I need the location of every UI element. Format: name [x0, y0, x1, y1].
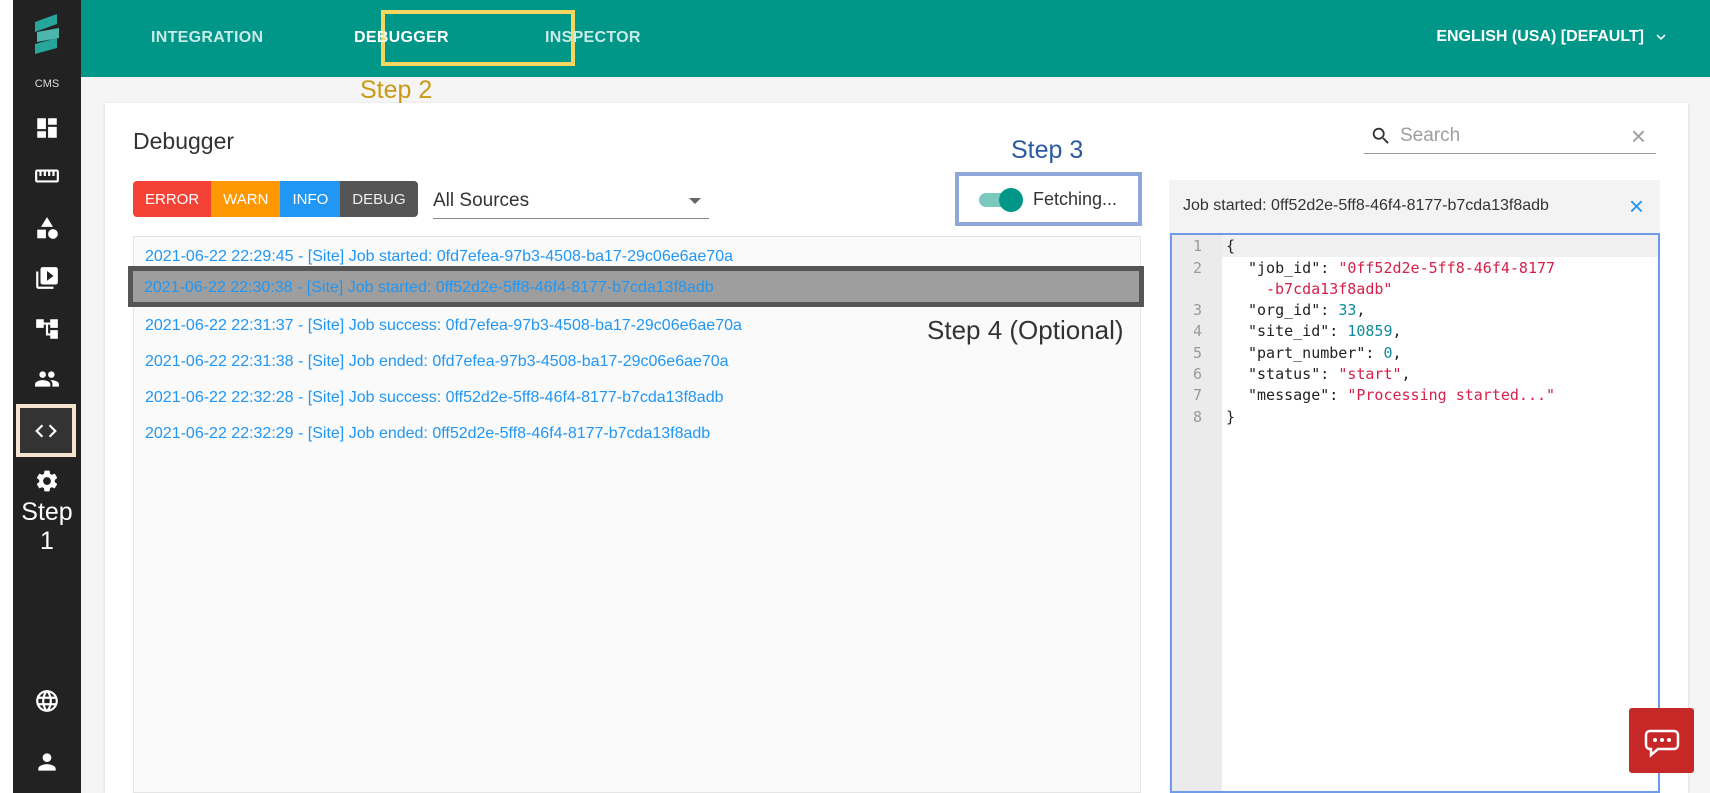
dropdown-caret-icon	[689, 197, 701, 204]
log-level-filter: ERROR WARN INFO DEBUG	[133, 181, 418, 217]
json-key: "job_id"	[1248, 259, 1321, 277]
tab-integration[interactable]: INTEGRATION	[151, 29, 263, 47]
json-line-site-id: "site_id": 10859,	[1248, 322, 1402, 340]
json-line-status: "status": "start",	[1248, 365, 1411, 383]
line-number: 1	[1192, 237, 1202, 255]
json-key: "site_id"	[1248, 322, 1330, 340]
step2-annotation: Step 2	[360, 76, 433, 104]
fetch-label: Fetching...	[1033, 188, 1118, 209]
code-icon[interactable]	[16, 404, 76, 457]
shapes-icon[interactable]	[32, 213, 62, 243]
json-line-message: "message": "Processing started..."	[1248, 386, 1556, 404]
step3-annotation: Step 3	[1011, 136, 1084, 164]
json-viewer[interactable]: 1 2 3 4 5 6 7 8 { "job_id": "0ff52d2e-5f…	[1170, 233, 1660, 793]
search-input[interactable]: Search	[1400, 125, 1631, 147]
json-line-org-id: "org_id": 33,	[1248, 301, 1366, 319]
log-entry-selected-text: 2021-06-22 22:30:38 - [Site] Job started…	[144, 279, 714, 296]
close-icon[interactable]: ×	[1629, 191, 1644, 222]
line-number: 5	[1192, 344, 1202, 362]
language-selector[interactable]: ENGLISH (USA) [DEFAULT]	[1436, 28, 1670, 46]
level-warn-button[interactable]: WARN	[211, 181, 281, 217]
level-debug-button[interactable]: DEBUG	[340, 181, 418, 217]
fetch-toggle[interactable]	[979, 188, 1023, 212]
log-entry[interactable]: 2021-06-22 22:32:29 - [Site] Job ended: …	[145, 425, 710, 443]
chat-button[interactable]	[1629, 708, 1694, 773]
log-entry[interactable]: 2021-06-22 22:32:28 - [Site] Job success…	[145, 389, 724, 407]
search-icon	[1372, 127, 1389, 144]
page-title: Debugger	[133, 128, 235, 154]
json-key: "message"	[1248, 386, 1330, 404]
json-number: 0	[1383, 344, 1393, 362]
json-number: 10859	[1347, 322, 1393, 340]
source-select-value: All Sources	[433, 189, 530, 211]
logo-icon	[35, 14, 59, 54]
user-icon[interactable]	[32, 747, 62, 777]
gear-icon[interactable]	[32, 466, 62, 496]
json-open-brace: {	[1226, 237, 1236, 255]
log-entry-selected[interactable]: 2021-06-22 22:30:38 - [Site] Job started…	[128, 266, 1144, 307]
json-line-job-id: "job_id": "0ff52d2e-5ff8-46f4-8177	[1248, 259, 1556, 277]
cms-label: CMS	[34, 78, 60, 90]
detail-title: Job started: 0ff52d2e-5ff8-46f4-8177-b7c…	[1183, 197, 1549, 214]
log-entry[interactable]: 2021-06-22 22:31:37 - [Site] Job success…	[145, 317, 742, 335]
tab-inspector[interactable]: INSPECTOR	[545, 29, 641, 47]
video-library-icon[interactable]	[32, 263, 62, 293]
tab-debugger[interactable]: DEBUGGER	[354, 29, 449, 47]
step4-annotation: Step 4 (Optional)	[927, 315, 1124, 345]
json-string: "start"	[1338, 365, 1402, 383]
people-icon[interactable]	[32, 364, 62, 394]
step1-annotation: Step 1	[21, 498, 73, 555]
line-number: 6	[1192, 365, 1202, 383]
fetch-toggle-highlight: Fetching...	[955, 172, 1142, 226]
json-number: 33	[1338, 301, 1357, 319]
dashboard-icon[interactable]	[32, 113, 62, 143]
chevron-down-icon	[1656, 34, 1666, 40]
chat-icon	[1644, 729, 1679, 758]
globe-icon[interactable]	[32, 686, 62, 716]
line-number: 8	[1192, 408, 1202, 426]
line-number: 3	[1192, 301, 1202, 319]
hierarchy-icon[interactable]	[32, 314, 62, 344]
json-string-continued: -b7cda13f8adb"	[1266, 280, 1393, 298]
line-number: 4	[1192, 322, 1202, 340]
active-line-highlight	[1222, 235, 1658, 257]
search-field[interactable]: Search ×	[1364, 118, 1656, 154]
sidebar: CMS Step 1	[13, 0, 81, 793]
json-string: "0ff52d2e-5ff8-46f4-8177	[1338, 259, 1556, 277]
json-close-brace: }	[1226, 408, 1236, 426]
source-select[interactable]: All Sources	[433, 183, 709, 219]
json-line-part-number: "part_number": 0,	[1248, 344, 1402, 362]
top-bar: INTEGRATION DEBUGGER INSPECTOR ENGLISH (…	[81, 0, 1710, 77]
log-entry[interactable]: 2021-06-22 22:31:38 - [Site] Job ended: …	[145, 353, 729, 371]
json-key: "org_id"	[1248, 301, 1321, 319]
toggle-knob	[999, 188, 1023, 212]
language-label: ENGLISH (USA) [DEFAULT]	[1436, 28, 1644, 45]
json-key: "part_number"	[1248, 344, 1366, 362]
log-entry[interactable]: 2021-06-22 22:29:45 - [Site] Job started…	[145, 248, 733, 266]
json-string: "Processing started..."	[1347, 386, 1556, 404]
level-info-button[interactable]: INFO	[280, 181, 341, 217]
json-key: "status"	[1248, 365, 1321, 383]
line-number: 7	[1192, 386, 1202, 404]
level-error-button[interactable]: ERROR	[133, 181, 212, 217]
clear-search-icon[interactable]: ×	[1631, 123, 1646, 149]
ruler-icon[interactable]	[32, 161, 62, 191]
line-number: 2	[1192, 259, 1202, 277]
